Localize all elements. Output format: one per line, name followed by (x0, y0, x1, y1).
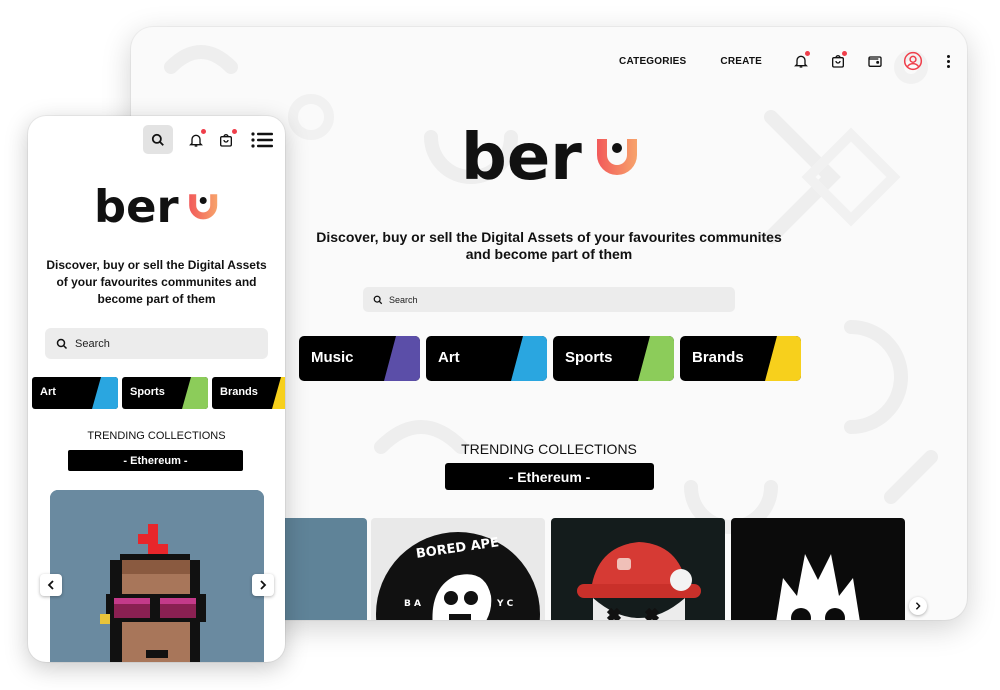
category-row: Art Sports Brands (32, 377, 285, 409)
cart-dot (232, 129, 237, 134)
user-avatar-icon[interactable] (903, 51, 923, 71)
category-brands[interactable]: Brands (680, 336, 801, 381)
punk-card[interactable] (50, 490, 264, 662)
category-sports[interactable]: Sports (122, 377, 208, 409)
category-label: Music (311, 349, 354, 366)
category-label: Sports (130, 386, 165, 398)
network-selector-button[interactable]: - Ethereum - (68, 450, 243, 471)
bell-icon[interactable] (187, 129, 206, 149)
bell-icon[interactable] (792, 51, 810, 70)
category-color-stripe (638, 336, 674, 381)
beru-logo: ber (461, 121, 637, 187)
category-label: Sports (565, 349, 613, 366)
notification-dot (201, 129, 206, 134)
bored-ape-right-letters: Y C (496, 599, 514, 609)
category-label: Brands (220, 386, 258, 398)
cart-icon[interactable] (217, 129, 237, 149)
category-row: Music Art Sports Brands (299, 336, 801, 381)
trending-collections-title: TRENDING COLLECTIONS (461, 441, 637, 457)
category-color-stripe (511, 336, 547, 381)
mobile-search-button[interactable] (143, 125, 173, 154)
category-color-stripe (182, 377, 208, 409)
category-label: Art (438, 349, 460, 366)
trending-collections-title: TRENDING COLLECTIONS (87, 430, 226, 442)
search-input[interactable]: Search (363, 287, 735, 312)
carousel-next-button[interactable] (252, 574, 274, 596)
category-color-stripe (92, 377, 118, 409)
category-label: Brands (692, 349, 744, 366)
hamburger-menu-icon[interactable] (250, 131, 274, 149)
search-icon (373, 295, 383, 304)
search-icon (151, 133, 164, 146)
carousel-next-button[interactable] (909, 597, 927, 615)
bored-ape-left-letters: B A (404, 599, 421, 609)
hero-tagline: Discover, buy or sell the Digital Assets… (46, 258, 267, 306)
category-sports[interactable]: Sports (553, 336, 674, 381)
punk-artwork (50, 490, 264, 662)
hero-tagline: Discover, buy or sell the Digital Assets… (316, 229, 782, 262)
showcase-stage: CATEGORIES CREATE ber Discover, buy or s… (0, 0, 1000, 690)
bored-ape-artwork: BORED APE B A Y C (376, 532, 540, 620)
chevron-left-icon (47, 580, 54, 590)
cart-dot (842, 51, 847, 56)
category-color-stripe (765, 336, 801, 381)
notification-dot (805, 51, 810, 56)
beru-logo: ber (94, 180, 218, 228)
cart-icon[interactable] (829, 51, 847, 70)
search-input[interactable]: Search (45, 328, 268, 359)
category-color-stripe (272, 377, 285, 409)
top-navigation: CATEGORIES CREATE (619, 41, 953, 81)
search-placeholder: Search (389, 294, 418, 305)
svg-text:ber: ber (461, 121, 582, 187)
mobile-device: ber Discover, buy or sell the Digital As… (28, 116, 285, 662)
carousel-prev-button[interactable] (40, 574, 62, 596)
search-placeholder: Search (75, 337, 110, 350)
category-art[interactable]: Art (32, 377, 118, 409)
white-creature-card[interactable] (731, 518, 905, 620)
search-icon (56, 338, 68, 349)
category-art[interactable]: Art (426, 336, 547, 381)
create-link[interactable]: CREATE (720, 56, 762, 67)
white-creature-artwork (776, 554, 860, 620)
category-brands[interactable]: Brands (212, 377, 285, 409)
skull-helmet-card[interactable] (551, 518, 725, 620)
svg-text:ber: ber (94, 180, 179, 228)
categories-link[interactable]: CATEGORIES (619, 56, 686, 67)
skull-helmet-artwork (577, 542, 701, 620)
chevron-right-icon (915, 602, 921, 610)
category-label: Art (40, 386, 56, 398)
more-vertical-icon[interactable] (945, 54, 951, 68)
category-color-stripe (384, 336, 420, 381)
wallet-icon[interactable] (866, 52, 884, 70)
chevron-right-icon (260, 580, 267, 590)
category-music[interactable]: Music (299, 336, 420, 381)
bored-ape-card[interactable]: BORED APE B A Y C (371, 518, 545, 620)
network-selector-button[interactable]: - Ethereum - (445, 463, 654, 490)
